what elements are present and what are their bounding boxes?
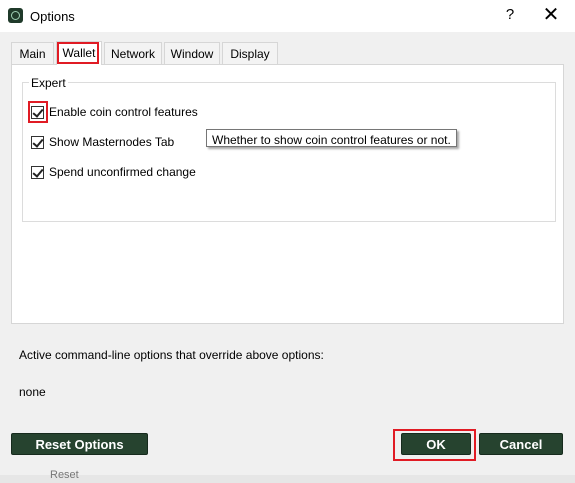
ok-button-highlight — [393, 429, 476, 461]
window-title: Options — [30, 9, 75, 24]
title-bar: Options ? ✕ — [0, 0, 575, 32]
spend-unconfirmed-checkbox[interactable] — [31, 166, 44, 179]
coin-control-label[interactable]: Enable coin control features — [49, 105, 198, 119]
tab-window[interactable]: Window — [164, 42, 220, 64]
bottom-edge-strip: Reset — [0, 469, 575, 483]
wallet-tab-panel: Expert Enable coin control features Show… — [11, 64, 564, 324]
expert-group-title: Expert — [29, 76, 68, 90]
expert-groupbox: Expert Enable coin control features Show… — [22, 76, 556, 222]
options-dialog-body: Main Wallet Network Window Display Exper… — [0, 32, 575, 483]
coin-control-checkbox-highlight — [28, 101, 48, 123]
masternodes-tab-label[interactable]: Show Masternodes Tab — [49, 135, 174, 149]
tab-display[interactable]: Display — [222, 42, 278, 64]
coin-control-tooltip: Whether to show coin control features or… — [206, 129, 457, 147]
cancel-button[interactable]: Cancel — [479, 433, 563, 455]
overrides-label: Active command-line options that overrid… — [19, 348, 324, 362]
spend-unconfirmed-label[interactable]: Spend unconfirmed change — [49, 165, 196, 179]
wallet-tab-highlight — [57, 42, 99, 64]
tab-network[interactable]: Network — [104, 42, 162, 64]
masternodes-tab-checkbox[interactable] — [31, 136, 44, 149]
coin-app-icon — [8, 8, 23, 23]
reset-options-button[interactable]: Reset Options — [11, 433, 148, 455]
tab-main[interactable]: Main — [11, 42, 54, 64]
help-button[interactable]: ? — [500, 4, 520, 26]
clipped-background-text: Reset — [50, 469, 79, 481]
overrides-value: none — [19, 385, 46, 399]
close-button[interactable]: ✕ — [540, 4, 562, 26]
